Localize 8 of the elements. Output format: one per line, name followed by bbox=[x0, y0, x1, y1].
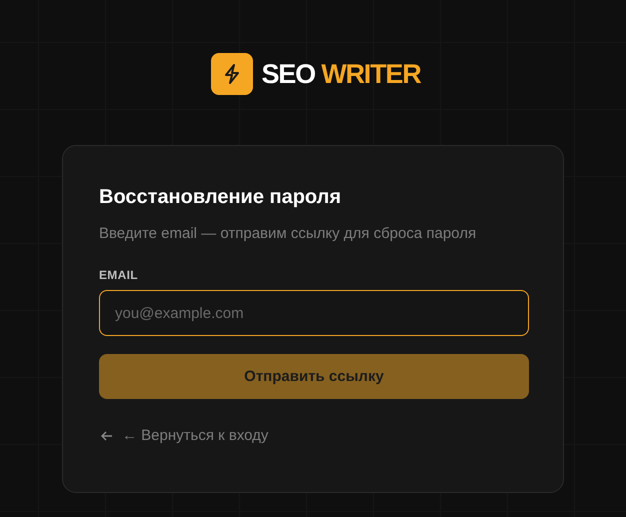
card-subtitle: Введите email — отправим ссылку для сброса пароля bbox=[99, 225, 476, 242]
logo-text: SEO WRITER bbox=[261, 58, 421, 90]
card-title: Восстановление пароля bbox=[99, 186, 342, 209]
email-field[interactable]: you@example.com bbox=[99, 290, 529, 336]
lightning-icon bbox=[211, 53, 254, 95]
email-label: EMAIL bbox=[99, 268, 138, 282]
back-link[interactable]: ← Вернуться к входу bbox=[122, 427, 268, 444]
back-arrow-icon bbox=[101, 430, 113, 440]
